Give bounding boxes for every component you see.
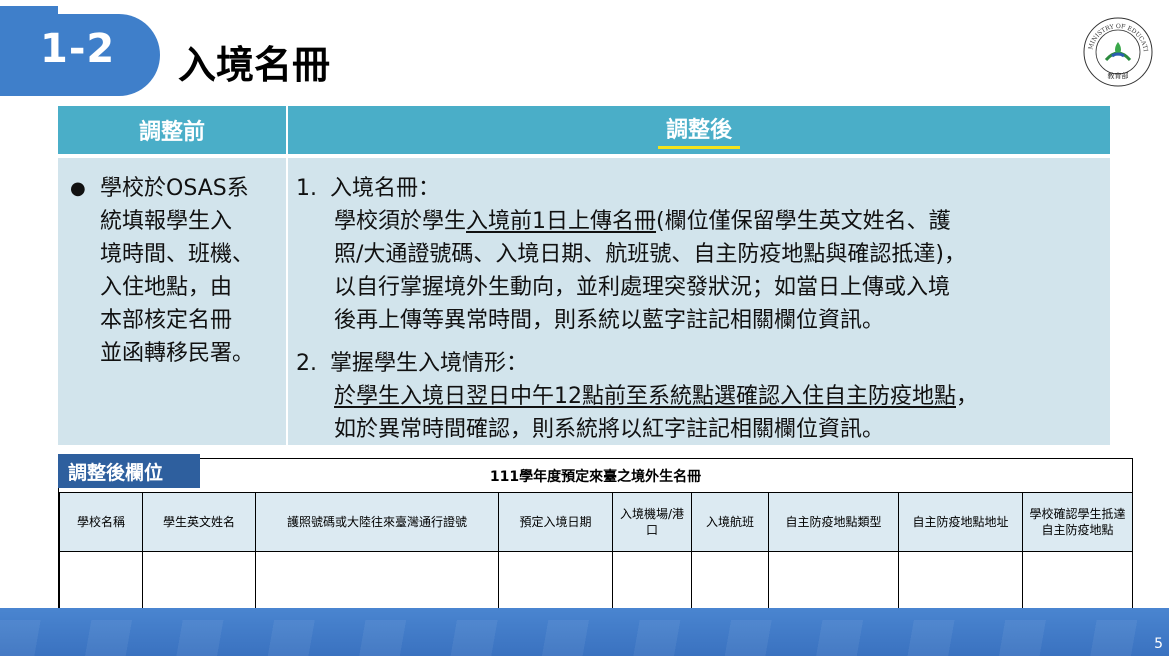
underlined-text: 入境前1日上傳名冊: [466, 209, 657, 234]
ministry-logo-icon: 教育部 MINISTRY OF EDUCATION: [1082, 16, 1153, 87]
column-quarantine-address: 自主防疫地點地址: [898, 492, 1022, 609]
after-header: 調整後: [288, 106, 1110, 154]
before-header: 調整前: [58, 106, 286, 154]
adjusted-fields-label: 調整後欄位: [58, 454, 200, 488]
item-2-title: 掌握學生入境情形：: [330, 351, 529, 376]
column-school-name: 學校名稱: [59, 492, 142, 609]
column-quarantine-type: 自主防疫地點類型: [768, 492, 898, 609]
after-item-1: 1. 入境名冊： 學校須於學生入境前1日上傳名冊(欄位僅保留學生英文姓名、護 照/…: [296, 176, 966, 333]
logo-chinese-text: 教育部: [1108, 71, 1129, 80]
after-cell: 1. 入境名冊： 學校須於學生入境前1日上傳名冊(欄位僅保留學生英文姓名、護 照/…: [288, 158, 1110, 445]
column-passport-number: 護照號碼或大陸往來臺灣通行證號: [255, 492, 498, 609]
after-item-2: 2. 掌握學生入境情形： 於學生入境日翌日中午12點前至系統點選確認入住自主防疫地…: [296, 351, 979, 442]
comparison-table: 調整前 調整後 ● 學校於OSAS系 統填報學生入 境時間、班機、 入住地點，由…: [58, 106, 1110, 445]
page-number: 5: [1154, 636, 1163, 652]
item-1-title: 入境名冊：: [330, 176, 441, 201]
roster-table: 111學年度預定來臺之境外生名冊 學校名稱 學生英文姓名 護照號碼或大陸往來臺灣…: [58, 458, 1133, 609]
bullet-icon: ●: [70, 178, 86, 199]
column-english-name: 學生英文姓名: [142, 492, 255, 609]
before-description: 學校於OSAS系 統填報學生入 境時間、班機、 入住地點，由 本部核定名冊 並函…: [100, 176, 255, 366]
column-arrival-confirm: 學校確認學生抵達自主防疫地點: [1022, 492, 1132, 609]
page-title: 入境名冊: [178, 43, 331, 87]
column-entry-date: 預定入境日期: [498, 492, 612, 609]
column-entry-port: 入境機場/港口: [612, 492, 691, 609]
footer-pattern: [0, 620, 1169, 656]
section-number: 1-2: [40, 26, 116, 72]
roster-caption: 111學年度預定來臺之境外生名冊: [489, 468, 702, 485]
column-flight: 入境航班: [691, 492, 768, 609]
before-cell: ● 學校於OSAS系 統填報學生入 境時間、班機、 入住地點，由 本部核定名冊 …: [58, 158, 286, 445]
underlined-text: 於學生入境日翌日中午12點前至系統點選確認入住自主防疫地點: [334, 384, 956, 409]
